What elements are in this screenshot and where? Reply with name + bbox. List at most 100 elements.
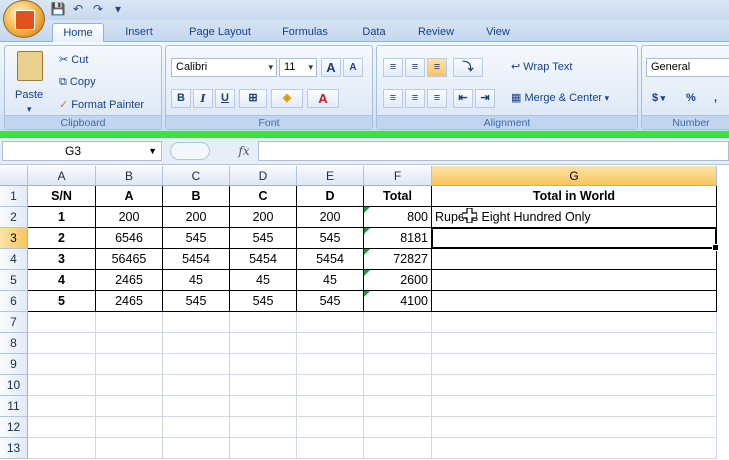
cell-e8[interactable] [297,333,364,354]
cell-c9[interactable] [163,354,230,375]
italic-button[interactable]: I [193,89,213,108]
cell-b9[interactable] [96,354,163,375]
formula-bar-toggle[interactable] [170,142,210,160]
cell-f7[interactable] [364,312,432,333]
cell-c6[interactable]: 545 [163,291,230,312]
cell-g6[interactable] [432,291,717,312]
currency-button[interactable]: $ ▾ [652,89,665,107]
cell-f8[interactable] [364,333,432,354]
cell-g9[interactable] [432,354,717,375]
copy-button[interactable]: ⧉ Copy [59,73,96,91]
cell-a6[interactable]: 5 [28,291,96,312]
cell-b7[interactable] [96,312,163,333]
insert-function-button[interactable]: fx [232,141,256,161]
cell-c4[interactable]: 5454 [163,249,230,270]
cell-e13[interactable] [297,438,364,459]
row-header-13[interactable]: 13 [0,438,28,459]
cell-a2[interactable]: 1 [28,207,96,228]
orientation-icon[interactable]: ⤵ [453,58,483,77]
align-bottom-icon[interactable]: ≡ [427,58,447,77]
cell-f4[interactable]: 72827 [364,249,432,270]
cell-a12[interactable] [28,417,96,438]
select-all-corner[interactable] [0,166,28,186]
cell-a10[interactable] [28,375,96,396]
cell-e1[interactable]: D [297,186,364,207]
cell-e3[interactable]: 545 [297,228,364,249]
align-left-icon[interactable]: ≡ [383,89,403,108]
cell-d3[interactable]: 545 [230,228,297,249]
cell-d12[interactable] [230,417,297,438]
cell-g4[interactable] [432,249,717,270]
formula-input[interactable] [258,141,729,161]
cell-g7[interactable] [432,312,717,333]
align-middle-icon[interactable]: ≡ [405,58,425,77]
tab-data[interactable]: Data [352,23,396,42]
cell-f1[interactable]: Total [364,186,432,207]
number-format-select[interactable]: General [646,58,729,77]
cell-d2[interactable]: 200 [230,207,297,228]
column-header-c[interactable]: C [163,166,230,186]
row-header-7[interactable]: 7 [0,312,28,333]
cell-a8[interactable] [28,333,96,354]
cell-c5[interactable]: 45 [163,270,230,291]
row-header-10[interactable]: 10 [0,375,28,396]
cell-b4[interactable]: 56465 [96,249,163,270]
cell-e12[interactable] [297,417,364,438]
tab-view[interactable]: View [476,23,520,42]
row-header-12[interactable]: 12 [0,417,28,438]
customize-qat-icon[interactable]: ▾ [110,2,126,17]
cell-d11[interactable] [230,396,297,417]
underline-button[interactable]: U [215,89,235,108]
column-header-g[interactable]: G [432,166,717,186]
cell-a4[interactable]: 3 [28,249,96,270]
row-header-11[interactable]: 11 [0,396,28,417]
cell-a13[interactable] [28,438,96,459]
shrink-font-button[interactable]: A [343,58,363,77]
cell-b3[interactable]: 6546 [96,228,163,249]
cell-d13[interactable] [230,438,297,459]
cell-b8[interactable] [96,333,163,354]
row-header-2[interactable]: 2 [0,207,28,228]
borders-button[interactable]: ⊞ [239,89,267,108]
column-header-a[interactable]: A [28,166,96,186]
cell-b10[interactable] [96,375,163,396]
cell-b11[interactable] [96,396,163,417]
fill-color-button[interactable]: ◈ [271,89,303,108]
align-right-icon[interactable]: ≡ [427,89,447,108]
cell-g12[interactable] [432,417,717,438]
cell-c13[interactable] [163,438,230,459]
cell-b6[interactable]: 2465 [96,291,163,312]
cell-a7[interactable] [28,312,96,333]
cell-c10[interactable] [163,375,230,396]
tab-home[interactable]: Home [52,23,104,42]
format-painter-button[interactable]: ✓ Format Painter [59,96,144,114]
align-center-icon[interactable]: ≡ [405,89,425,108]
cell-e4[interactable]: 5454 [297,249,364,270]
increase-indent-icon[interactable]: ⇥ [475,89,495,108]
cell-g13[interactable] [432,438,717,459]
row-header-5[interactable]: 5 [0,270,28,291]
cell-f11[interactable] [364,396,432,417]
cell-g10[interactable] [432,375,717,396]
cell-b5[interactable]: 2465 [96,270,163,291]
cell-c11[interactable] [163,396,230,417]
cell-d8[interactable] [230,333,297,354]
cell-e6[interactable]: 545 [297,291,364,312]
cell-d9[interactable] [230,354,297,375]
row-header-4[interactable]: 4 [0,249,28,270]
grow-font-button[interactable]: A [321,58,341,77]
cell-b13[interactable] [96,438,163,459]
name-box[interactable]: G3 ▼ [2,141,162,161]
cell-f6[interactable]: 4100 [364,291,432,312]
cell-f12[interactable] [364,417,432,438]
column-header-d[interactable]: D [230,166,297,186]
cell-e5[interactable]: 45 [297,270,364,291]
cell-e2[interactable]: 200 [297,207,364,228]
cell-c7[interactable] [163,312,230,333]
cell-d7[interactable] [230,312,297,333]
font-color-button[interactable]: A [307,89,339,108]
row-header-1[interactable]: 1 [0,186,28,207]
row-header-9[interactable]: 9 [0,354,28,375]
decrease-indent-icon[interactable]: ⇤ [453,89,473,108]
tab-page-layout[interactable]: Page Layout [178,23,262,42]
